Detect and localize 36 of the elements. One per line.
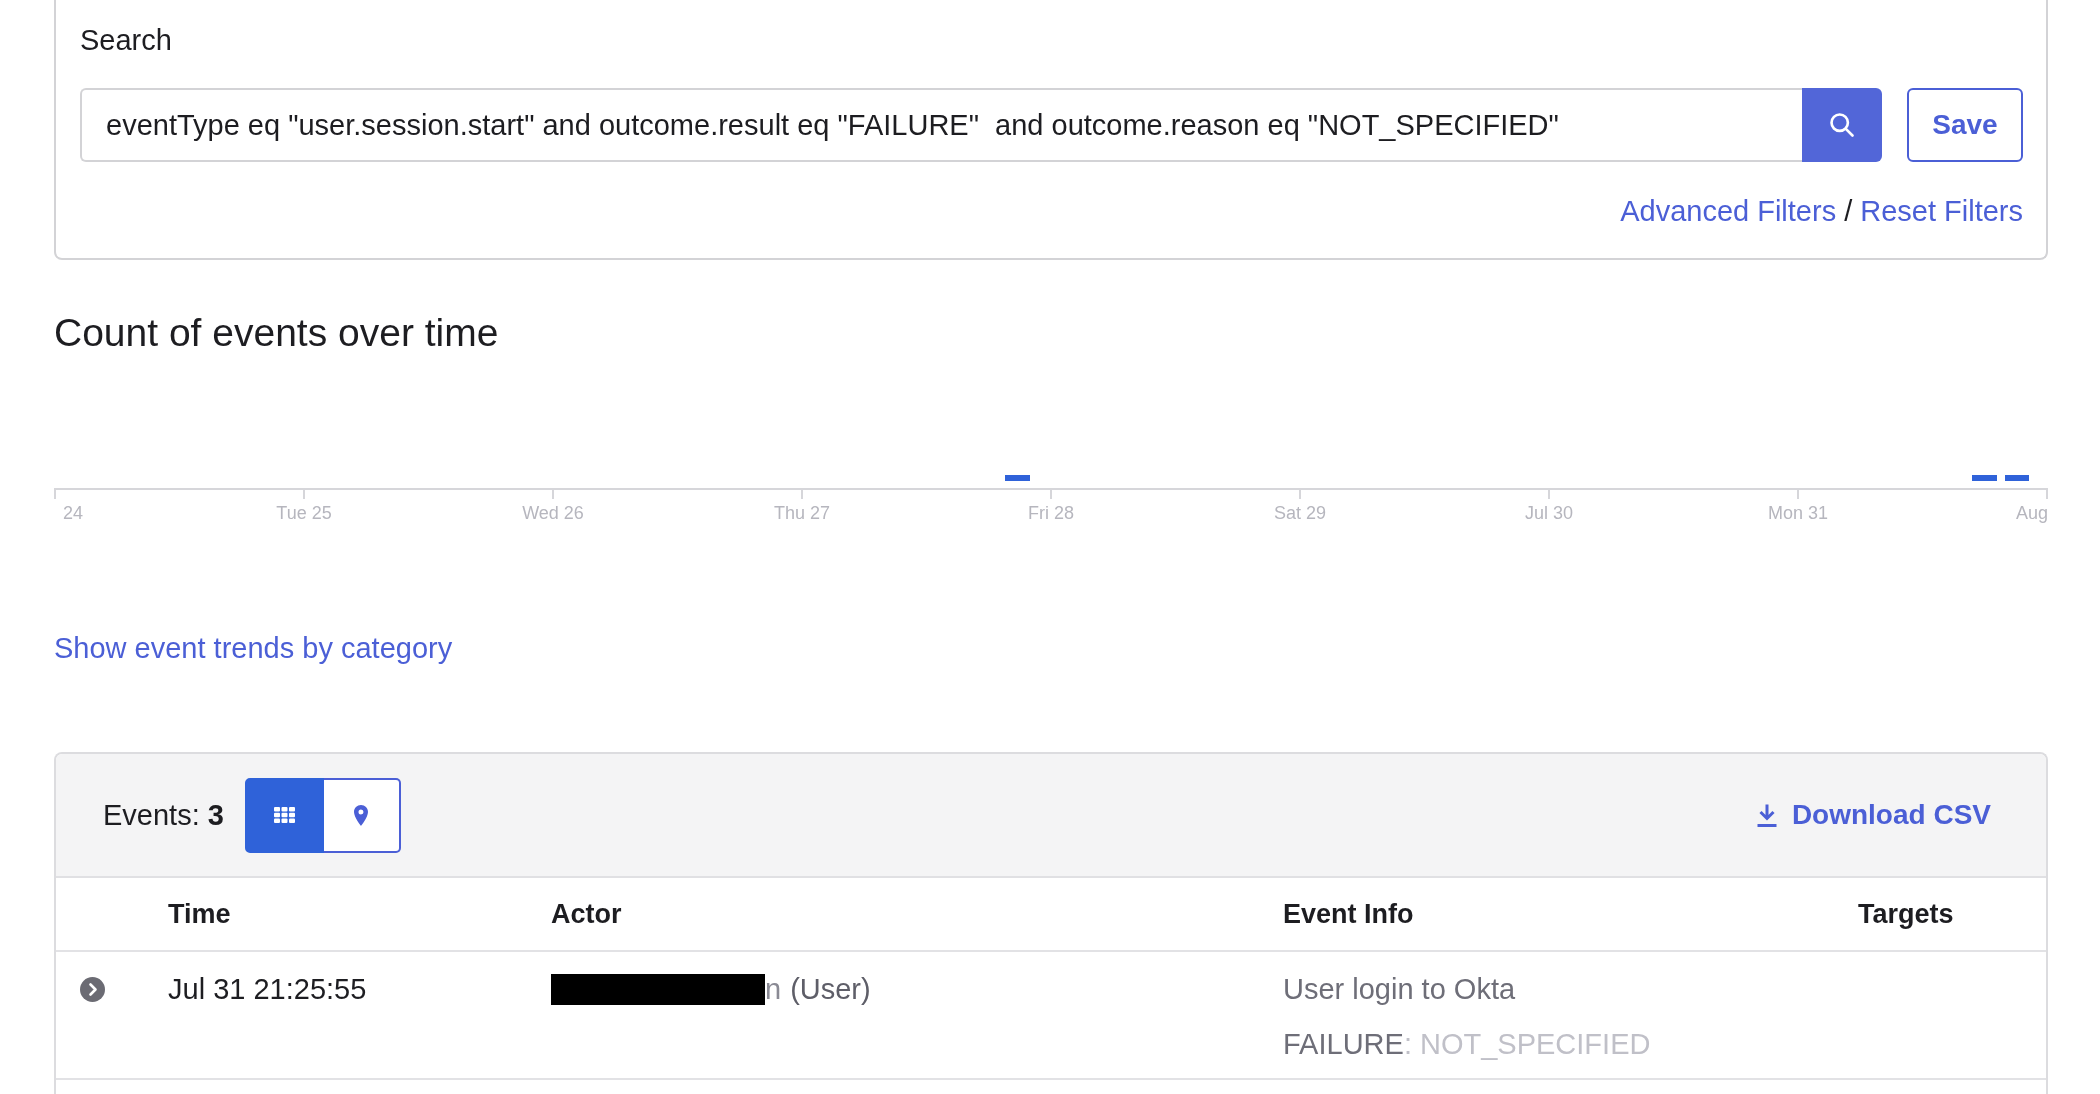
axis-label: Fri 28 — [1028, 503, 1074, 523]
event-outcome: FAILURE: NOT_SPECIFIED — [1283, 1027, 1651, 1061]
chart-title: Count of events over time — [54, 310, 499, 356]
column-header: Time — [168, 899, 231, 929]
map-pin-icon — [354, 804, 369, 826]
filter-link[interactable]: Reset Filters — [1860, 194, 2023, 228]
axis-label: Mon 31 — [1768, 503, 1828, 523]
axis-label: Sat 29 — [1274, 503, 1326, 523]
time-text: Jul 31 21:25:55 — [168, 973, 367, 1005]
column-header: Targets — [1858, 899, 1954, 929]
expand-icon[interactable] — [80, 976, 105, 1002]
event-count: Events: 3 — [103, 798, 224, 832]
grid-view-button[interactable] — [244, 777, 324, 853]
search-label: Search — [80, 23, 172, 57]
column-header: Event Info — [1283, 899, 1414, 929]
link-separator: / — [1844, 194, 1853, 228]
axis-label: Wed 26 — [522, 503, 584, 523]
search-icon — [1830, 113, 1854, 137]
axis-label: Thu 27 — [774, 503, 830, 523]
grid-icon — [273, 807, 295, 823]
search-button[interactable] — [1802, 88, 1882, 162]
trends-link[interactable]: Show event trends by category — [54, 631, 453, 665]
axis-label: Tue 25 — [276, 503, 332, 523]
axis-label: Jul 30 — [1525, 503, 1573, 523]
actor-type: (User) — [790, 972, 871, 1006]
download-icon — [1755, 803, 1778, 827]
save-button[interactable]: Save — [1907, 88, 2023, 162]
search-field[interactable]: eventType eq "user.session.start" and outcome.result eq "FAILURE" and outcome.reason eq "NOT_SPECIFIED" — [80, 88, 1802, 162]
axis-label: 24 — [63, 503, 84, 523]
filter-link[interactable]: Advanced Filters — [1620, 194, 1837, 228]
column-header: Actor — [551, 899, 622, 929]
map-view-button[interactable] — [323, 777, 401, 853]
actor-name: n — [765, 972, 782, 1006]
event-title: User login to Okta — [1283, 972, 1516, 1006]
download-button[interactable]: Download CSV — [1755, 799, 1991, 831]
axis-label: Aug — [2015, 503, 2048, 523]
